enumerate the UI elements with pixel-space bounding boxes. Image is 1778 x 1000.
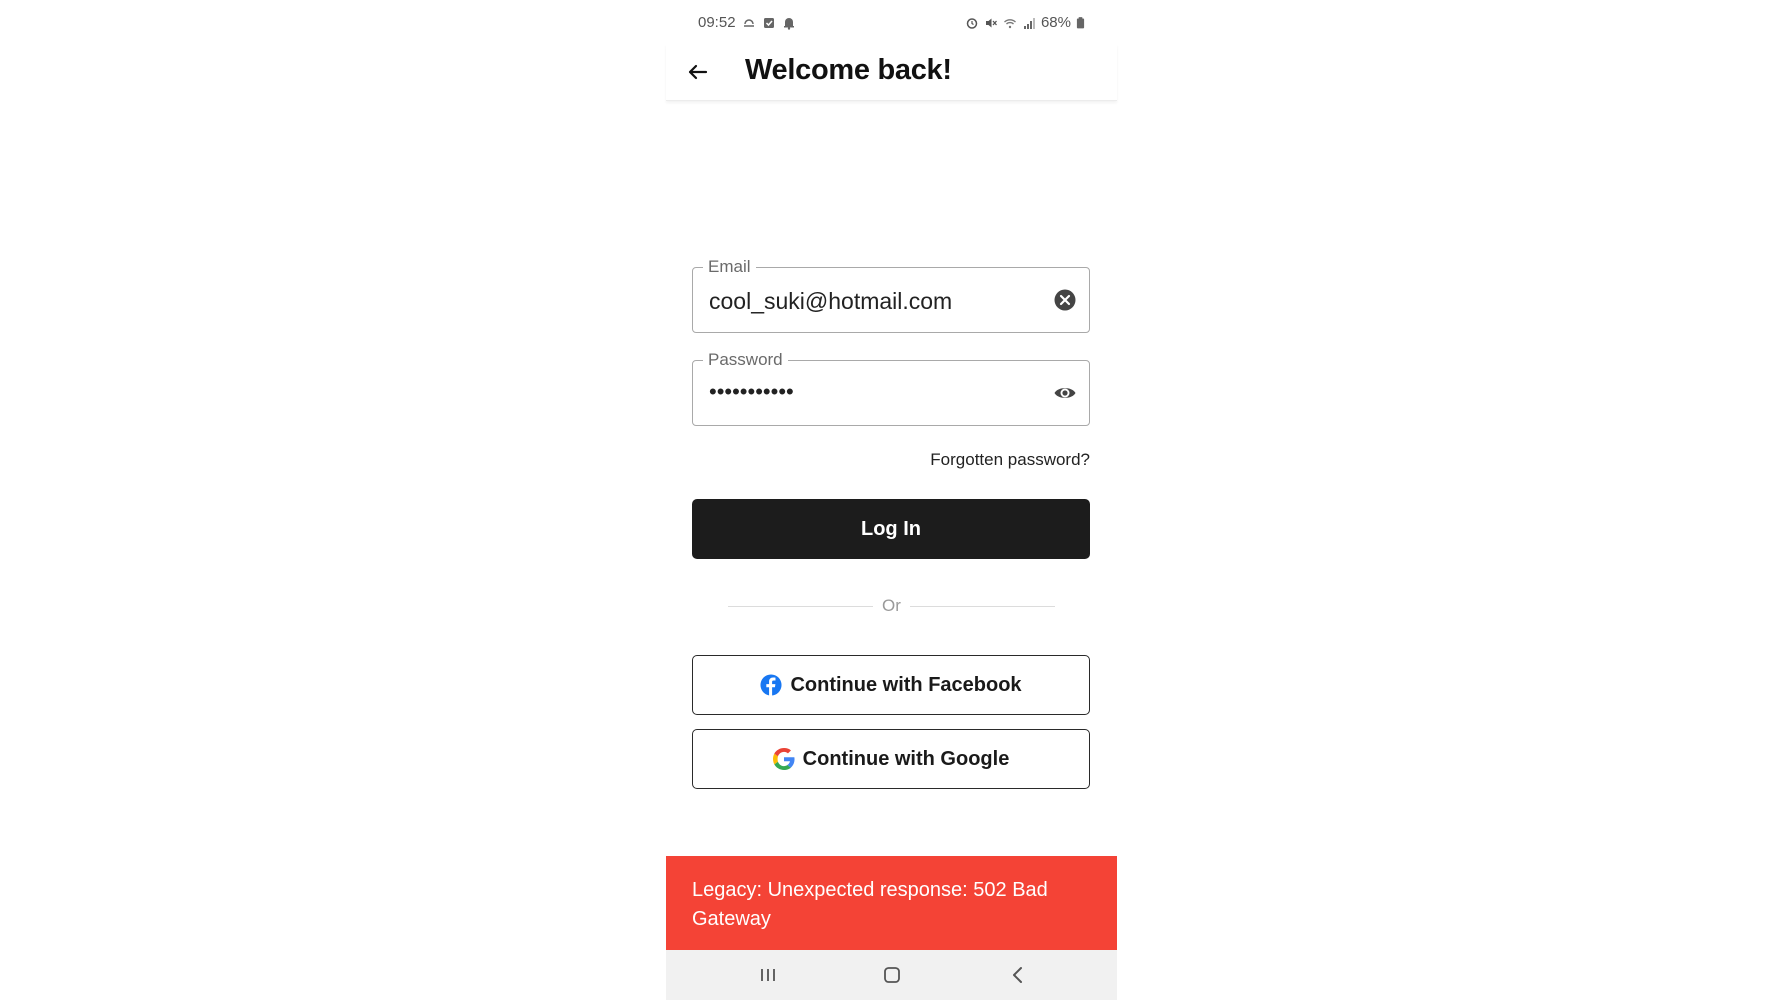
recent-apps-icon[interactable]: [756, 963, 780, 987]
facebook-icon: [760, 674, 782, 696]
phone-screen: 09:52 68% Welcome back! Email cool_suki@…: [666, 0, 1117, 1000]
checkbox-icon: [763, 17, 774, 28]
home-icon[interactable]: [880, 963, 904, 987]
password-field[interactable]: Password •••••••••••: [692, 350, 1090, 426]
divider-text: Or: [882, 596, 901, 615]
back-nav-icon[interactable]: [1006, 963, 1030, 987]
clear-icon[interactable]: [1053, 288, 1077, 312]
wifi-icon: [1004, 18, 1016, 28]
facebook-button-label: Continue with Facebook: [790, 673, 1022, 696]
google-icon: [772, 748, 795, 770]
eye-icon[interactable]: [1053, 381, 1077, 405]
google-login-button[interactable]: Continue with Google: [692, 729, 1090, 789]
error-message: Legacy: Unexpected response: 502 Bad Gat…: [692, 879, 1048, 930]
email-value[interactable]: cool_suki@hotmail.com: [709, 288, 952, 315]
forgot-password-link[interactable]: Forgotten password?: [930, 450, 1090, 470]
signal-icon: [1023, 17, 1035, 29]
email-label: Email: [703, 257, 756, 277]
status-right: 68%: [965, 14, 1085, 31]
login-button[interactable]: Log In: [692, 499, 1090, 559]
status-bar: 09:52 68%: [666, 0, 1117, 44]
system-nav-bar: [666, 950, 1117, 1000]
mute-icon: [985, 18, 997, 27]
error-snackbar: Legacy: Unexpected response: 502 Bad Gat…: [666, 856, 1117, 950]
password-value[interactable]: •••••••••••: [709, 379, 794, 405]
email-field[interactable]: Email cool_suki@hotmail.com: [692, 257, 1090, 333]
status-time: 09:52: [698, 14, 736, 31]
page-title: Welcome back!: [745, 54, 952, 86]
battery-percent: 68%: [1040, 14, 1071, 31]
back-arrow-icon[interactable]: [684, 58, 712, 86]
alarm-icon: [966, 17, 978, 29]
password-label: Password: [703, 350, 788, 370]
status-left: 09:52: [698, 14, 796, 31]
battery-icon: [1076, 16, 1085, 28]
facebook-login-button[interactable]: Continue with Facebook: [692, 655, 1090, 715]
app-bar: Welcome back!: [666, 44, 1117, 101]
weather-icon: [743, 18, 754, 27]
google-button-label: Continue with Google: [802, 747, 1010, 770]
or-divider: Or: [728, 596, 1055, 616]
login-button-label: Log In: [861, 517, 921, 540]
bell-icon: [783, 17, 794, 30]
